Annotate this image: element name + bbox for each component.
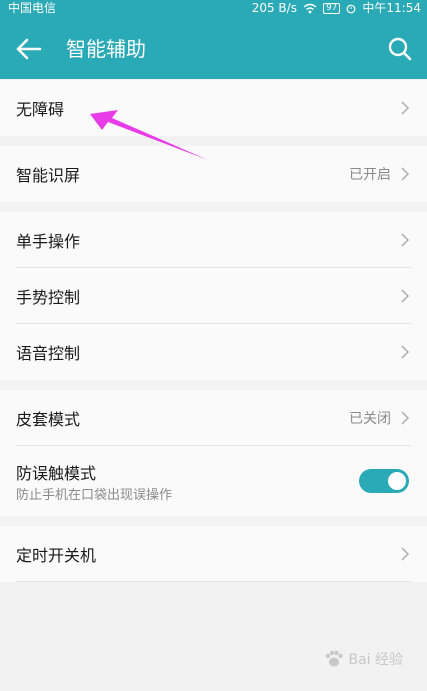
watermark-text: Bai 经验	[348, 652, 403, 668]
scheduled-power-label: 定时开关机	[16, 546, 97, 565]
battery-level: 97	[325, 2, 338, 13]
mistouch-row[interactable]: 防误触模式 防止手机在口袋出现误操作	[0, 446, 427, 516]
battery-icon: 97	[322, 2, 341, 14]
settings-group-protection: 皮套模式 已关闭 防误触模式 防止手机在口袋出现误操作	[0, 390, 427, 516]
cover-mode-status: 已关闭	[349, 411, 391, 427]
status-indicators: 205 B/s 97 中午11:54	[252, 0, 421, 16]
one-hand-row[interactable]: 单手操作	[0, 212, 427, 268]
chevron-right-icon	[401, 167, 410, 181]
settings-group-power: 定时开关机	[0, 526, 427, 582]
settings-group-smart-screen: 智能识屏 已开启	[0, 146, 427, 202]
status-bar: 中国电信 205 B/s 97 中午11:54	[0, 0, 427, 16]
carrier-label: 中国电信	[8, 1, 57, 15]
divider	[16, 581, 411, 582]
cover-mode-row[interactable]: 皮套模式 已关闭	[0, 390, 427, 446]
alarm-icon	[347, 4, 356, 13]
accessibility-label: 无障碍	[16, 100, 65, 119]
chevron-right-icon	[401, 345, 410, 359]
chevron-right-icon	[401, 411, 410, 425]
network-speed: 205 B/s	[251, 1, 297, 15]
paw-logo-icon	[326, 650, 344, 667]
smart-screen-row[interactable]: 智能识屏 已开启	[0, 146, 427, 202]
gesture-row[interactable]: 手势控制	[0, 268, 427, 324]
mistouch-description: 防止手机在口袋出现误操作	[16, 488, 173, 503]
settings-group-accessibility: 无障碍	[0, 80, 427, 136]
watermark: Bai 经验	[324, 649, 403, 669]
chevron-right-icon	[401, 547, 410, 561]
accessibility-row[interactable]: 无障碍	[0, 80, 427, 136]
mistouch-label: 防误触模式	[16, 464, 97, 483]
scheduled-power-row[interactable]: 定时开关机	[0, 526, 427, 582]
toggle-knob	[388, 472, 406, 490]
back-arrow-icon[interactable]	[14, 34, 44, 64]
annotation-arrow-icon	[90, 110, 208, 160]
gesture-label: 手势控制	[16, 288, 81, 307]
page-title: 智能辅助	[66, 37, 146, 61]
cover-mode-label: 皮套模式	[16, 410, 81, 429]
clock: 中午11:54	[362, 1, 421, 15]
mistouch-toggle[interactable]	[359, 469, 409, 493]
smart-screen-label: 智能识屏	[16, 166, 81, 185]
chevron-right-icon	[401, 233, 410, 247]
wifi-icon	[303, 3, 317, 13]
smart-screen-status: 已开启	[349, 167, 391, 183]
voice-row[interactable]: 语音控制	[0, 324, 427, 380]
search-icon[interactable]	[387, 36, 413, 62]
chevron-right-icon	[401, 101, 410, 115]
chevron-right-icon	[401, 289, 410, 303]
one-hand-label: 单手操作	[16, 232, 81, 251]
settings-group-control: 单手操作 手势控制 语音控制	[0, 212, 427, 380]
voice-label: 语音控制	[16, 344, 81, 363]
app-bar: 智能辅助	[0, 16, 427, 79]
